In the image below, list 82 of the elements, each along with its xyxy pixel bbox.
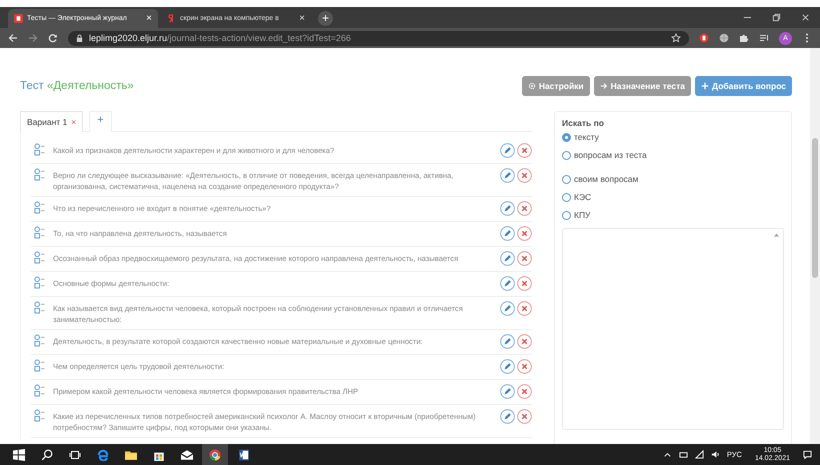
edit-icon[interactable]	[500, 409, 515, 424]
delete-icon[interactable]	[517, 168, 532, 183]
edit-icon[interactable]	[500, 276, 515, 291]
edit-icon[interactable]	[500, 226, 515, 241]
notification-icon[interactable]	[803, 450, 812, 459]
delete-icon[interactable]	[517, 143, 532, 158]
taskbar-app-button[interactable]	[202, 444, 228, 465]
scrollbar-thumb[interactable]	[812, 138, 818, 278]
page-icon	[14, 14, 23, 23]
edit-icon[interactable]	[500, 359, 515, 374]
search-option[interactable]: КЭС	[562, 192, 784, 202]
playlist-icon[interactable]	[759, 33, 769, 43]
search-option[interactable]: тексту	[562, 132, 784, 142]
edit-icon[interactable]	[500, 201, 515, 216]
search-option[interactable]: КПУ	[562, 210, 784, 220]
globe-icon[interactable]	[719, 33, 729, 43]
checklist-icon	[34, 334, 45, 347]
test-name: «Деятельность»	[47, 80, 134, 92]
puzzle-icon[interactable]	[739, 33, 749, 43]
mail-icon[interactable]	[181, 448, 193, 460]
radio-button[interactable]	[562, 132, 571, 142]
checklist-icon	[34, 301, 45, 314]
search-option[interactable]: вопросам из теста	[562, 150, 784, 160]
edit-icon[interactable]	[500, 334, 515, 349]
variant-tab[interactable]: Вариант 1 ×	[20, 111, 84, 132]
checklist-icon	[34, 201, 45, 214]
edit-icon[interactable]	[500, 301, 515, 316]
checklist-icon	[34, 409, 45, 422]
delete-icon[interactable]	[517, 334, 532, 349]
address-field[interactable]: leplimg2020.eljur.ru/journal-tests-action/view.edit_test?idTest=266	[68, 30, 689, 46]
gear-icon	[528, 82, 536, 90]
edit-icon[interactable]	[500, 384, 515, 399]
checklist-icon	[34, 359, 45, 372]
letter-icon	[167, 14, 176, 23]
delete-icon[interactable]	[517, 201, 532, 216]
checklist-icon	[34, 251, 45, 264]
windows-start-icon[interactable]	[13, 448, 25, 460]
checklist-icon	[34, 143, 45, 156]
delete-icon[interactable]	[517, 276, 532, 291]
network-icon[interactable]	[694, 450, 704, 459]
lock-icon	[76, 34, 83, 42]
delete-icon[interactable]	[517, 301, 532, 316]
forward-icon[interactable]	[28, 33, 38, 43]
delete-icon[interactable]	[517, 384, 532, 399]
reload-icon[interactable]	[48, 33, 58, 43]
checklist-icon	[34, 168, 45, 181]
variant-tab[interactable]: +	[89, 111, 112, 132]
radio-button[interactable]	[562, 192, 571, 202]
star-icon[interactable]	[671, 33, 681, 43]
delete-icon[interactable]	[517, 359, 532, 374]
record-icon[interactable]	[699, 33, 709, 43]
radio-button[interactable]	[562, 210, 571, 220]
browser-e-icon[interactable]	[97, 448, 109, 460]
delete-icon[interactable]	[517, 251, 532, 266]
new-tab-button[interactable]: +	[318, 11, 333, 26]
close-icon[interactable]	[801, 13, 810, 22]
task-view-icon[interactable]	[69, 448, 81, 460]
chevron-up-icon[interactable]	[662, 450, 672, 459]
restore-icon[interactable]	[772, 13, 781, 22]
keyboard-icon[interactable]	[678, 450, 688, 459]
edit-icon[interactable]	[500, 251, 515, 266]
delete-icon[interactable]	[517, 409, 532, 424]
checklist-icon	[34, 226, 45, 239]
edit-icon[interactable]	[500, 143, 515, 158]
search-icon[interactable]	[41, 448, 53, 460]
page-title-label: Тест	[20, 80, 44, 92]
search-label: Искать по	[562, 118, 605, 128]
delete-icon[interactable]	[517, 226, 532, 241]
chrome-icon	[209, 448, 221, 460]
search-option[interactable]: своим вопросам	[562, 174, 784, 184]
speaker-icon[interactable]	[710, 450, 720, 459]
edit-icon[interactable]	[500, 168, 515, 183]
checklist-icon	[34, 276, 45, 289]
arrow-right-icon	[600, 82, 608, 90]
radio-button[interactable]	[562, 150, 571, 160]
back-icon[interactable]	[8, 33, 18, 43]
scroll-up-icon[interactable]	[774, 233, 779, 237]
word-icon[interactable]	[238, 448, 250, 460]
checklist-icon	[34, 384, 45, 397]
plus-icon	[701, 82, 710, 90]
folder-icon[interactable]	[125, 448, 137, 460]
radio-button[interactable]	[562, 174, 571, 184]
